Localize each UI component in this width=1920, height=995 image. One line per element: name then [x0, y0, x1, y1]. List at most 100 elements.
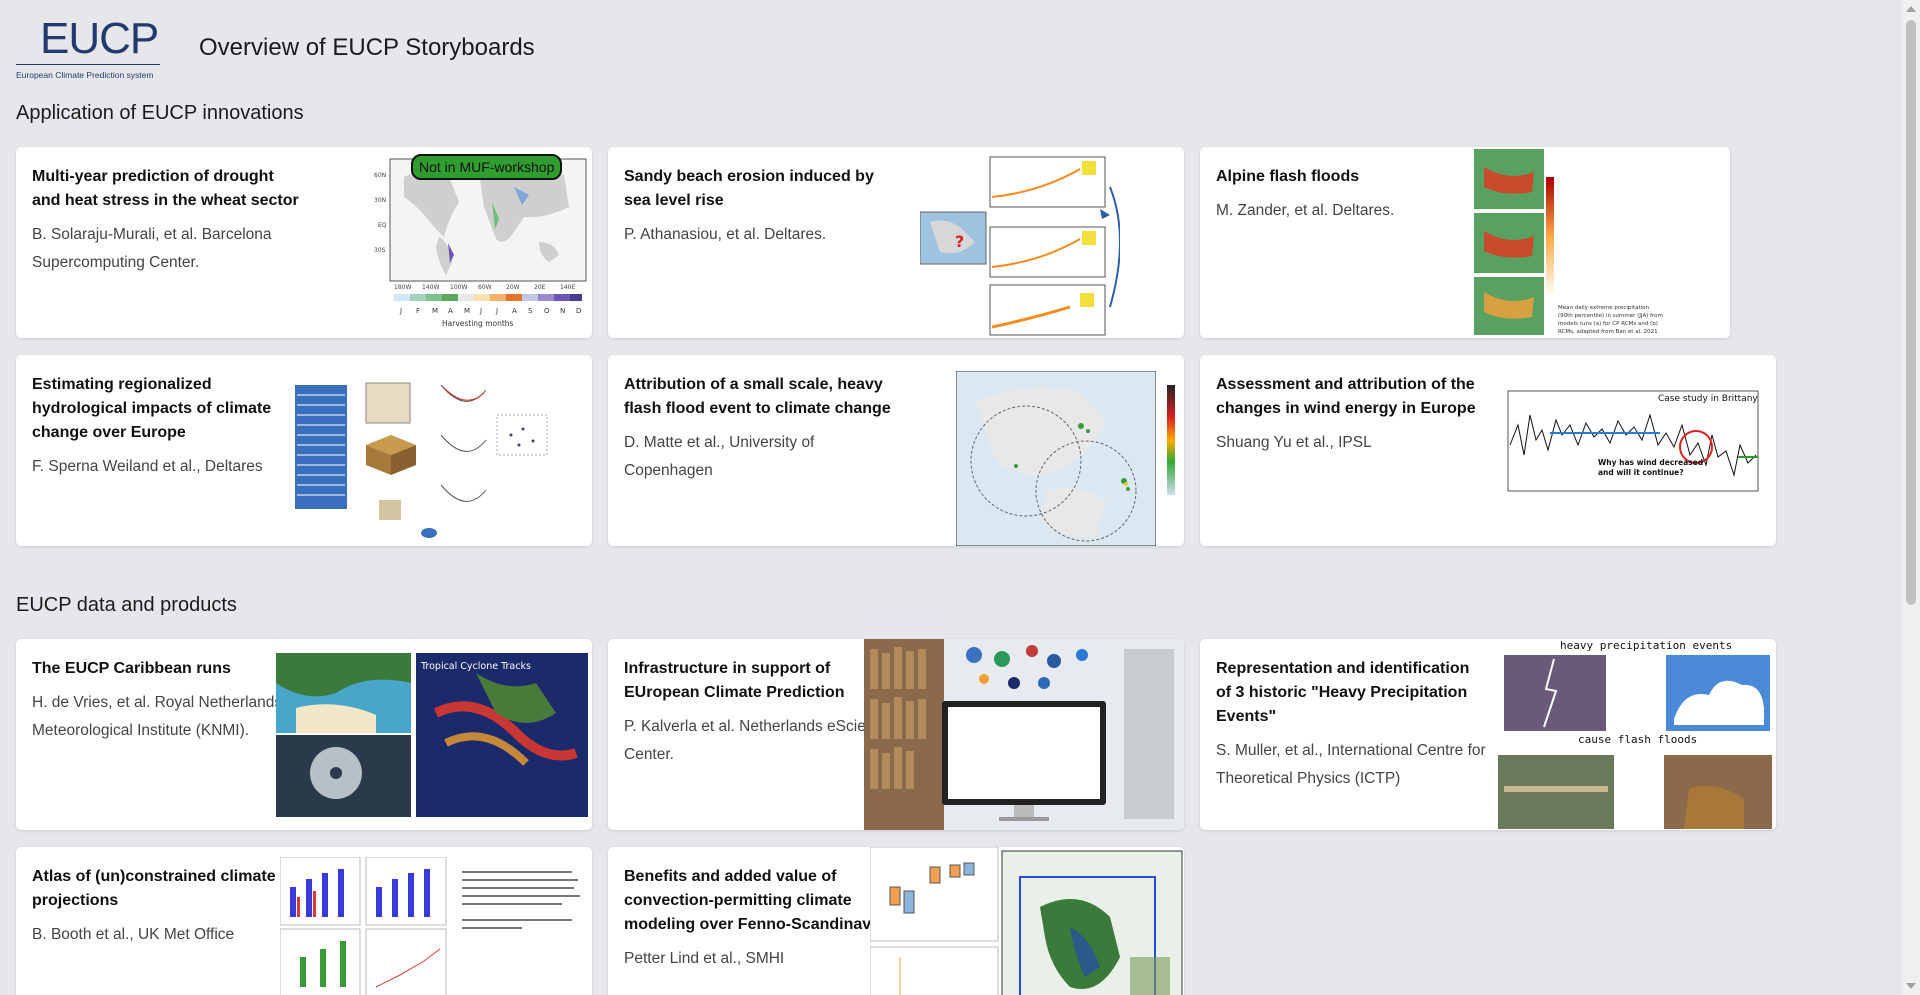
svg-text:models runs (a) for CP RCMs an: models runs (a) for CP RCMs and (b) — [1558, 321, 1658, 327]
thumb-annotation: and will it continue? — [1598, 468, 1684, 477]
wind-timeseries-thumbnail: Case study in Brittany Why has wind decr… — [1507, 390, 1759, 492]
thumb-annotation: Tropical Cyclone Tracks — [420, 661, 531, 672]
storyboard-card-alpine-floods[interactable]: Alpine flash floods M. Zander, et al. De… — [1200, 147, 1730, 338]
svg-text:60N: 60N — [374, 172, 386, 179]
card-title: Alpine flash floods — [1216, 168, 1360, 185]
card-text: Representation and identification of 3 h… — [1216, 657, 1488, 793]
precipitation-thumbnail: heavy precipitation events cause flash f… — [1498, 639, 1772, 829]
storyboard-card-infrastructure[interactable]: Infrastructure in support of EUropean Cl… — [608, 639, 1184, 830]
storyboard-card-hydrology[interactable]: Estimating regionalized hydrological imp… — [16, 355, 592, 546]
card-text: Benefits and added value of convection-p… — [624, 865, 896, 973]
scroll-up-arrow-icon[interactable] — [1906, 6, 1916, 12]
storyboard-card-drought[interactable]: Multi-year prediction of drought and hea… — [16, 147, 592, 338]
card-authors: S. Muller, et al., International Centre … — [1216, 742, 1486, 787]
radar-map-thumbnail — [956, 371, 1156, 546]
month-label: J — [495, 307, 498, 315]
card-authors: M. Zander, et al. Deltares. — [1216, 202, 1395, 219]
month-label: A — [512, 307, 517, 315]
card-authors: D. Matte et al., University of Copenhage… — [624, 434, 815, 479]
convection-thumbnail — [870, 847, 1183, 995]
card-text: Attribution of a small scale, heavy flas… — [624, 373, 896, 485]
svg-text:Mean daily extreme precipitati: Mean daily extreme precipitation — [1558, 305, 1650, 311]
scroll-down-arrow-icon[interactable] — [1906, 983, 1916, 989]
svg-text:140W: 140W — [422, 284, 439, 291]
card-authors: P. Athanasiou, et al. Deltares. — [624, 226, 827, 243]
month-label: A — [448, 307, 453, 315]
svg-text:100W: 100W — [450, 284, 467, 291]
card-title: Atlas of (un)constrained climate project… — [32, 868, 276, 909]
svg-text:180W: 180W — [394, 284, 411, 291]
card-title: Multi-year prediction of drought and hea… — [32, 168, 299, 209]
card-title: Estimating regionalized hydrological imp… — [32, 376, 272, 441]
status-badge: Not in MUF-workshop — [411, 154, 563, 180]
storyboard-card-caribbean[interactable]: The EUCP Caribbean runs H. de Vries, et … — [16, 639, 592, 830]
scrollbar-thumb[interactable] — [1906, 20, 1916, 605]
infrastructure-thumbnail — [864, 639, 1184, 830]
card-authors: B. Solaraju-Murali, et al. Barcelona Sup… — [32, 226, 272, 271]
header: EUCP European Climate Prediction system … — [16, 12, 816, 82]
hydrology-diagram-thumbnail — [295, 382, 548, 538]
vertical-scrollbar[interactable] — [1902, 0, 1920, 995]
svg-text:20W: 20W — [506, 284, 520, 291]
svg-text:?: ? — [955, 232, 964, 251]
month-label: M — [464, 307, 470, 315]
card-authors: H. de Vries, et al. Royal Netherlands Me… — [32, 694, 283, 739]
storyboards-page: EUCP European Climate Prediction system … — [0, 0, 1902, 995]
alpine-floods-thumbnail: Mean daily extreme precipitation (90th pe… — [1474, 149, 1663, 335]
radar-colorbar — [1167, 385, 1175, 495]
card-title: Attribution of a small scale, heavy flas… — [624, 376, 891, 417]
card-title: Representation and identification of 3 h… — [1216, 660, 1470, 725]
thumb-caption: Harvesting months — [442, 319, 514, 328]
svg-text:RCMs, adapted from Ban et al.: RCMs, adapted from Ban et al. 2021 — [1558, 329, 1658, 335]
section-heading-innovations: Application of EUCP innovations — [16, 102, 304, 124]
card-authors: F. Sperna Weiland et al., Deltares — [32, 458, 263, 475]
card-title: Benefits and added value of convection-p… — [624, 868, 885, 933]
svg-text:EQ: EQ — [378, 222, 387, 229]
month-label: D — [576, 307, 581, 315]
storyboard-card-wind-energy[interactable]: Assessment and attribution of the change… — [1200, 355, 1776, 546]
storyboard-card-convection[interactable]: Benefits and added value of convection-p… — [608, 847, 1184, 995]
card-title: Assessment and attribution of the change… — [1216, 376, 1476, 417]
svg-text:30S: 30S — [374, 247, 386, 254]
month-label: N — [560, 307, 565, 315]
month-label: J — [399, 307, 402, 315]
atlas-thumbnail — [280, 857, 586, 995]
month-label: S — [528, 307, 533, 315]
card-text: The EUCP Caribbean runs H. de Vries, et … — [32, 657, 304, 745]
card-text: Infrastructure in support of EUropean Cl… — [624, 657, 896, 769]
card-text: Alpine flash floods M. Zander, et al. De… — [1216, 165, 1488, 225]
month-label: F — [416, 307, 420, 315]
svg-text:140E: 140E — [560, 284, 575, 291]
logo-subtitle: European Climate Prediction system — [16, 70, 154, 80]
card-text: Atlas of (un)constrained climate project… — [32, 865, 304, 949]
card-text: Estimating regionalized hydrological imp… — [32, 373, 304, 481]
card-text: Assessment and attribution of the change… — [1216, 373, 1488, 457]
svg-text:60W: 60W — [478, 284, 492, 291]
card-authors: B. Booth et al., UK Met Office — [32, 926, 235, 943]
card-authors: Shuang Yu et al., IPSL — [1216, 434, 1372, 451]
logo-mark: EUCP — [40, 14, 159, 63]
svg-text:(90th percentile) in summer (J: (90th percentile) in summer (JJA) from — [1558, 313, 1663, 319]
caribbean-thumbnail: Tropical Cyclone Tracks — [276, 653, 588, 817]
card-title: Infrastructure in support of EUropean Cl… — [624, 660, 845, 701]
month-label: M — [432, 307, 438, 315]
svg-text:30N: 30N — [374, 197, 386, 204]
page-title: Overview of EUCP Storyboards — [199, 34, 535, 61]
thumb-annotation: cause flash floods — [1578, 733, 1697, 746]
card-authors: Petter Lind et al., SMHI — [624, 950, 785, 967]
card-title: The EUCP Caribbean runs — [32, 660, 231, 677]
month-label: O — [544, 307, 550, 315]
storyboard-card-beach-erosion[interactable]: Sandy beach erosion induced by sea level… — [608, 147, 1184, 338]
card-text: Multi-year prediction of drought and hea… — [32, 165, 304, 277]
thumb-annotation: heavy precipitation events — [1560, 639, 1732, 652]
card-text: Sandy beach erosion induced by sea level… — [624, 165, 896, 249]
svg-text:20E: 20E — [534, 284, 546, 291]
storyboard-card-flash-flood[interactable]: Attribution of a small scale, heavy flas… — [608, 355, 1184, 546]
storyboard-card-atlas[interactable]: Atlas of (un)constrained climate project… — [16, 847, 592, 995]
thumb-annotation: Why has wind decreased — [1598, 458, 1703, 467]
eucp-logo[interactable]: EUCP European Climate Prediction system — [16, 16, 160, 82]
beach-erosion-thumbnail: ? — [920, 156, 1120, 336]
month-label: J — [479, 307, 482, 315]
card-title: Sandy beach erosion induced by sea level… — [624, 168, 874, 209]
storyboard-card-precipitation[interactable]: Representation and identification of 3 h… — [1200, 639, 1776, 830]
